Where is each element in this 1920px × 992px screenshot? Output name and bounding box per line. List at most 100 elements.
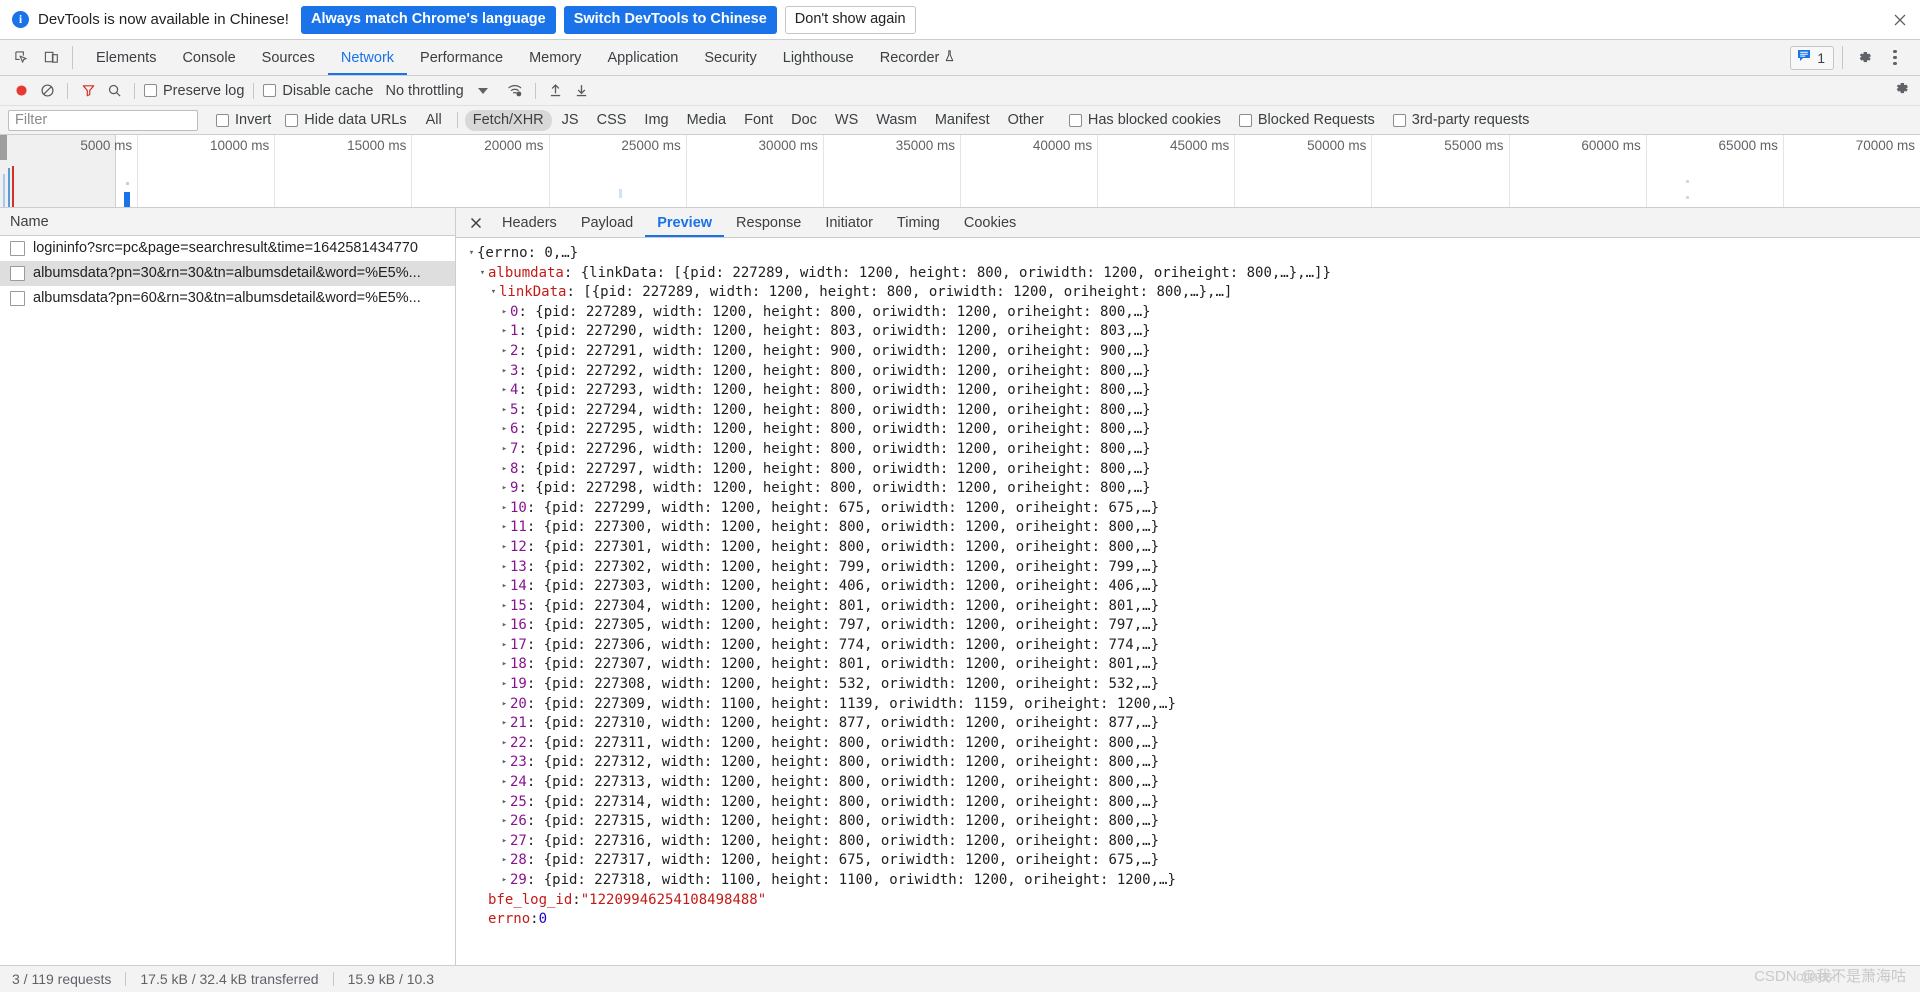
- json-array-item-row[interactable]: ▸ 10: {pid: 227299, width: 1200, height: …: [466, 499, 1920, 519]
- tab-memory[interactable]: Memory: [516, 40, 594, 75]
- inspect-element-icon[interactable]: [8, 45, 35, 71]
- json-array-item-row[interactable]: ▸ 6: {pid: 227295, width: 1200, height: 8…: [466, 420, 1920, 440]
- chevron-right-icon[interactable]: ▸: [499, 832, 510, 852]
- detail-tab-preview[interactable]: Preview: [645, 208, 724, 237]
- close-icon[interactable]: [1892, 12, 1908, 28]
- chevron-right-icon[interactable]: ▸: [499, 401, 510, 421]
- tab-performance[interactable]: Performance: [407, 40, 516, 75]
- type-filter-media[interactable]: Media: [679, 110, 735, 131]
- json-array-item-row[interactable]: ▸ 21: {pid: 227310, width: 1200, height: …: [466, 714, 1920, 734]
- type-filter-font[interactable]: Font: [736, 110, 781, 131]
- chevron-right-icon[interactable]: ▸: [499, 616, 510, 636]
- request-row-checkbox[interactable]: [10, 290, 25, 306]
- json-array-item-row[interactable]: ▸ 20: {pid: 227309, width: 1100, height: …: [466, 695, 1920, 715]
- export-har-down-arrow-icon[interactable]: [569, 79, 595, 103]
- chevron-right-icon[interactable]: ▸: [499, 381, 510, 401]
- chevron-down-icon[interactable]: ▾: [477, 264, 488, 284]
- more-vertical-icon[interactable]: [1882, 45, 1908, 71]
- chevron-right-icon[interactable]: ▸: [499, 636, 510, 656]
- chevron-right-icon[interactable]: ▸: [499, 734, 510, 754]
- hide-data-urls-checkbox[interactable]: Hide data URLs: [285, 112, 407, 128]
- type-filter-doc[interactable]: Doc: [783, 110, 825, 131]
- chevron-right-icon[interactable]: ▸: [499, 655, 510, 675]
- json-array-item-row[interactable]: ▸ 1: {pid: 227290, width: 1200, height: 8…: [466, 322, 1920, 342]
- chevron-down-icon[interactable]: ▾: [488, 283, 499, 303]
- chevron-right-icon[interactable]: ▸: [499, 538, 510, 558]
- json-array-item-row[interactable]: ▸ 13: {pid: 227302, width: 1200, height: …: [466, 558, 1920, 578]
- json-array-item-row[interactable]: ▸ 16: {pid: 227305, width: 1200, height: …: [466, 616, 1920, 636]
- chevron-right-icon[interactable]: ▸: [499, 597, 510, 617]
- json-array-item-row[interactable]: ▸ 3: {pid: 227292, width: 1200, height: 8…: [466, 362, 1920, 382]
- detail-tab-payload[interactable]: Payload: [569, 208, 645, 237]
- request-list-header[interactable]: Name: [0, 208, 455, 236]
- chevron-right-icon[interactable]: ▸: [499, 714, 510, 734]
- close-icon[interactable]: [462, 208, 490, 237]
- json-array-item-row[interactable]: ▸ 24: {pid: 227313, width: 1200, height: …: [466, 773, 1920, 793]
- disable-cache-checkbox[interactable]: Disable cache: [263, 83, 373, 99]
- detail-tab-initiator[interactable]: Initiator: [813, 208, 885, 237]
- import-har-up-arrow-icon[interactable]: [543, 79, 569, 103]
- request-row-checkbox[interactable]: [10, 265, 25, 281]
- record-circle-icon[interactable]: [8, 79, 34, 103]
- clear-no-entry-icon[interactable]: [34, 79, 60, 103]
- tab-console[interactable]: Console: [169, 40, 248, 75]
- network-conditions-wifi-icon[interactable]: [502, 79, 528, 103]
- chevron-right-icon[interactable]: ▸: [499, 342, 510, 362]
- json-array-item-row[interactable]: ▸ 19: {pid: 227308, width: 1200, height: …: [466, 675, 1920, 695]
- json-array-item-row[interactable]: ▸ 28: {pid: 227317, width: 1200, height: …: [466, 851, 1920, 871]
- detail-tab-cookies[interactable]: Cookies: [952, 208, 1028, 237]
- type-filter-manifest[interactable]: Manifest: [927, 110, 998, 131]
- chevron-right-icon[interactable]: ▸: [499, 460, 510, 480]
- detail-tab-headers[interactable]: Headers: [490, 208, 569, 237]
- json-array-item-row[interactable]: ▸ 22: {pid: 227311, width: 1200, height: …: [466, 734, 1920, 754]
- device-toolbar-icon[interactable]: [38, 45, 65, 71]
- dont-show-again-button[interactable]: Don't show again: [784, 5, 916, 34]
- json-array-item-row[interactable]: ▸ 25: {pid: 227314, width: 1200, height: …: [466, 793, 1920, 813]
- tab-lighthouse[interactable]: Lighthouse: [770, 40, 867, 75]
- chevron-right-icon[interactable]: ▸: [499, 871, 510, 891]
- json-root-row[interactable]: ▾ {errno: 0,…}: [466, 244, 1920, 264]
- invert-checkbox[interactable]: Invert: [216, 112, 271, 128]
- network-overview-timeline[interactable]: 5000 ms 10000 ms 15000 ms 20000 ms 25000 ms 3…: [0, 135, 1920, 208]
- type-filter-js[interactable]: JS: [554, 110, 587, 131]
- chevron-right-icon[interactable]: ▸: [499, 675, 510, 695]
- type-filter-img[interactable]: Img: [636, 110, 676, 131]
- gear-icon[interactable]: [1851, 45, 1878, 71]
- chevron-right-icon[interactable]: ▸: [499, 577, 510, 597]
- chevron-right-icon[interactable]: ▸: [499, 695, 510, 715]
- issues-badge[interactable]: 1: [1790, 45, 1834, 70]
- funnel-filter-icon[interactable]: [75, 79, 101, 103]
- json-array-item-row[interactable]: ▸ 5: {pid: 227294, width: 1200, height: 8…: [466, 401, 1920, 421]
- third-party-requests-checkbox[interactable]: 3rd-party requests: [1392, 112, 1529, 128]
- json-array-item-row[interactable]: ▸ 7: {pid: 227296, width: 1200, height: 8…: [466, 440, 1920, 460]
- chevron-right-icon[interactable]: ▸: [499, 479, 510, 499]
- type-filter-wasm[interactable]: Wasm: [868, 110, 925, 131]
- chevron-right-icon[interactable]: ▸: [499, 303, 510, 323]
- tab-network[interactable]: Network: [327, 40, 408, 75]
- detail-tab-response[interactable]: Response: [724, 208, 813, 237]
- chevron-down-icon[interactable]: [477, 87, 488, 94]
- blocked-requests-checkbox[interactable]: Blocked Requests: [1238, 112, 1375, 128]
- chevron-right-icon[interactable]: ▸: [499, 773, 510, 793]
- request-row-checkbox[interactable]: [10, 240, 25, 256]
- tab-recorder[interactable]: Recorder: [867, 40, 969, 75]
- json-array-item-row[interactable]: ▸ 12: {pid: 227301, width: 1200, height: …: [466, 538, 1920, 558]
- chevron-right-icon[interactable]: ▸: [499, 518, 510, 538]
- json-row-albumdata[interactable]: ▾ albumdata: {linkData: [{pid: 227289, wi…: [466, 264, 1920, 284]
- json-array-item-row[interactable]: ▸ 15: {pid: 227304, width: 1200, height: …: [466, 597, 1920, 617]
- search-icon[interactable]: [101, 79, 127, 103]
- chevron-down-icon[interactable]: ▾: [466, 244, 477, 264]
- chevron-right-icon[interactable]: ▸: [499, 558, 510, 578]
- chevron-right-icon[interactable]: ▸: [499, 753, 510, 773]
- tab-sources[interactable]: Sources: [249, 40, 328, 75]
- json-array-item-row[interactable]: ▸ 8: {pid: 227297, width: 1200, height: 8…: [466, 460, 1920, 480]
- chevron-right-icon[interactable]: ▸: [499, 322, 510, 342]
- json-array-item-row[interactable]: ▸ 27: {pid: 227316, width: 1200, height: …: [466, 832, 1920, 852]
- json-array-item-row[interactable]: ▸ 9: {pid: 227298, width: 1200, height: 8…: [466, 479, 1920, 499]
- chevron-right-icon[interactable]: ▸: [499, 440, 510, 460]
- request-list[interactable]: logininfo?src=pc&page=searchresult&time=…: [0, 236, 455, 965]
- request-row[interactable]: albumsdata?pn=30&rn=30&tn=albumsdetail&w…: [0, 261, 455, 286]
- detail-tab-timing[interactable]: Timing: [885, 208, 952, 237]
- type-filter-ws[interactable]: WS: [827, 110, 866, 131]
- json-row-linkdata[interactable]: ▾ linkData: [{pid: 227289, width: 1200, h…: [466, 283, 1920, 303]
